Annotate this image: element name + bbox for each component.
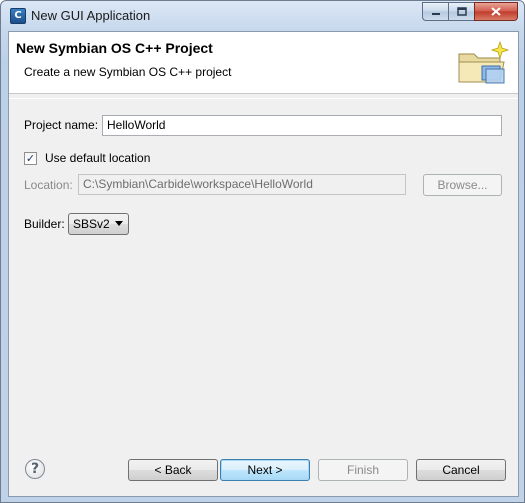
caption-buttons (422, 2, 518, 21)
title-bar[interactable]: C New GUI Application (1, 1, 524, 31)
window-title: New GUI Application (31, 8, 151, 23)
minimize-icon (431, 12, 440, 15)
close-button[interactable] (474, 2, 518, 21)
use-default-location-checkbox[interactable]: ✓ (24, 152, 37, 165)
project-name-input[interactable]: HelloWorld (102, 115, 502, 136)
page-title: New Symbian OS C++ Project (16, 40, 213, 56)
banner-divider (9, 98, 518, 99)
dialog-window: C New GUI Application New Symbian OS C++… (0, 0, 525, 503)
help-icon[interactable]: ? (25, 459, 45, 479)
close-icon (491, 7, 501, 16)
page-description: Create a new Symbian OS C++ project (24, 65, 232, 79)
maximize-button[interactable] (448, 2, 474, 21)
builder-dropdown[interactable]: SBSv2 (68, 213, 129, 235)
builder-label: Builder: (24, 217, 65, 231)
cancel-button[interactable]: Cancel (416, 459, 506, 481)
wizard-banner: New Symbian OS C++ Project Create a new … (9, 32, 518, 94)
maximize-icon (456, 7, 467, 16)
location-input: C:\Symbian\Carbide\workspace\HelloWorld (78, 174, 406, 195)
project-name-label: Project name: (24, 118, 99, 132)
browse-button: Browse... (423, 174, 502, 196)
use-default-location-label[interactable]: Use default location (45, 151, 150, 165)
finish-button: Finish (318, 459, 408, 481)
app-icon: C (10, 8, 26, 24)
next-button[interactable]: Next > (220, 459, 310, 481)
minimize-button[interactable] (422, 2, 448, 21)
dialog-client: New Symbian OS C++ Project Create a new … (8, 31, 519, 497)
chevron-down-icon (115, 221, 123, 226)
location-label: Location: (24, 178, 73, 192)
builder-value: SBSv2 (73, 217, 110, 231)
folder-sparkle-icon (458, 40, 510, 84)
back-button[interactable]: < Back (128, 459, 218, 481)
